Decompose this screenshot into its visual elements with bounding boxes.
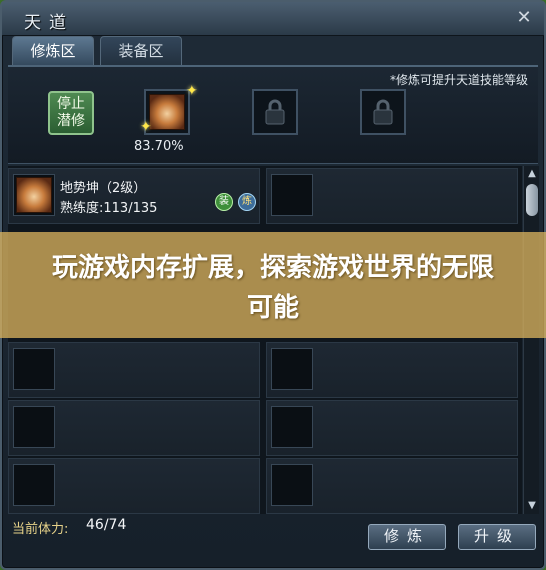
footer-bar: 当前体力: 46/74 修炼 升级	[8, 514, 538, 564]
locked-skill-slot-2[interactable]	[360, 89, 406, 135]
scroll-down-icon[interactable]: ▼	[525, 499, 539, 513]
empty-icon-box	[271, 348, 313, 390]
empty-skill-cell[interactable]	[266, 458, 518, 514]
empty-icon-box	[13, 348, 55, 390]
skill-list: 地势坤（2级） 熟练度:113/135 装 炼	[8, 166, 522, 514]
stop-cultivation-button[interactable]: 停止 潜修	[48, 91, 94, 135]
cultivation-progress-percent: 83.70%	[134, 139, 184, 154]
lock-icon	[373, 99, 393, 125]
list-row	[8, 458, 522, 514]
train-badge-icon[interactable]: 炼	[238, 193, 256, 211]
empty-skill-cell[interactable]	[8, 400, 260, 456]
close-icon[interactable]: ✕	[514, 8, 534, 28]
empty-icon-box	[13, 464, 55, 506]
skill-cell[interactable]: 地势坤（2级） 熟练度:113/135 装 炼	[8, 168, 260, 224]
fist-skill-icon	[149, 94, 185, 130]
empty-skill-cell[interactable]	[8, 458, 260, 514]
empty-skill-cell[interactable]	[266, 342, 518, 398]
skill-icon-box	[13, 174, 55, 216]
empty-icon-box	[271, 174, 313, 216]
empty-skill-cell[interactable]	[266, 168, 518, 224]
skill-name: 地势坤（2级）	[60, 181, 147, 196]
locked-skill-slot-1[interactable]	[252, 89, 298, 135]
stop-button-line2: 潜修	[57, 113, 85, 129]
stamina-value: 46/74	[86, 517, 127, 533]
stamina-label: 当前体力:	[12, 522, 69, 537]
list-row	[8, 400, 522, 456]
stop-button-line1: 停止	[57, 96, 85, 112]
title-bar[interactable]: 天道 ✕	[2, 2, 544, 36]
empty-icon-box	[271, 464, 313, 506]
equip-badge-icon[interactable]: 装	[215, 193, 233, 211]
window-title: 天道	[24, 13, 74, 33]
hint-text: *修炼可提升天道技能等级	[389, 73, 528, 87]
list-scrollbar[interactable]: ▲ ▼	[523, 166, 539, 514]
scroll-thumb[interactable]	[526, 184, 538, 216]
fist-skill-icon	[16, 177, 52, 213]
sparkle-icon: ✦	[140, 119, 152, 135]
empty-skill-cell[interactable]	[266, 400, 518, 456]
empty-icon-box	[271, 406, 313, 448]
train-button[interactable]: 修炼	[368, 524, 446, 550]
skill-proficiency: 熟练度:113/135	[60, 201, 158, 216]
lock-icon	[265, 99, 285, 125]
tab-cultivation[interactable]: 修炼区	[12, 36, 94, 66]
cultivation-panel: *修炼可提升天道技能等级 停止 潜修 ✦ ✦ 83.70%	[8, 67, 538, 164]
tab-equipment[interactable]: 装备区	[100, 36, 182, 66]
overlay-banner: 玩游戏内存扩展，探索游戏世界的无限可能	[0, 232, 546, 338]
list-row	[8, 342, 522, 398]
upgrade-button[interactable]: 升级	[458, 524, 536, 550]
scroll-up-icon[interactable]: ▲	[525, 167, 539, 181]
empty-skill-cell[interactable]	[8, 342, 260, 398]
banner-text: 玩游戏内存扩展，探索游戏世界的无限可能	[51, 253, 494, 323]
active-skill-slot[interactable]: ✦ ✦	[140, 83, 198, 135]
empty-icon-box	[13, 406, 55, 448]
list-row: 地势坤（2级） 熟练度:113/135 装 炼	[8, 168, 522, 224]
sparkle-icon: ✦	[186, 83, 198, 99]
